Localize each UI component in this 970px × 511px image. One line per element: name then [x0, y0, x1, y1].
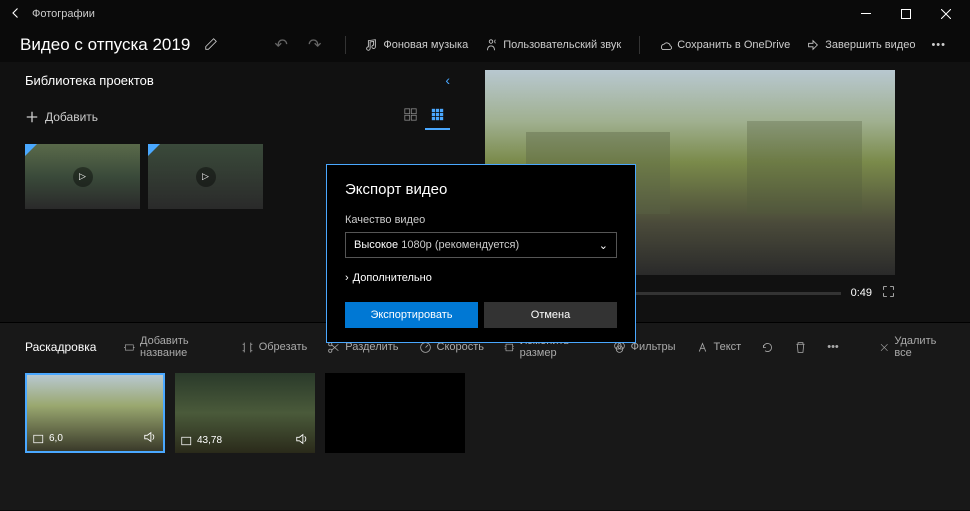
volume-icon[interactable] — [143, 430, 157, 447]
library-thumb[interactable]: ▷ — [25, 144, 140, 209]
back-button[interactable] — [4, 7, 28, 22]
export-modal: Экспорт видео Качество видео Высокое 108… — [326, 164, 636, 343]
library-title: Библиотека проектов — [25, 73, 154, 88]
background-music-button[interactable]: Фоновая музыка — [360, 34, 472, 56]
finish-video-button[interactable]: Завершить видео — [802, 34, 919, 56]
add-title-button[interactable]: Добавить название — [124, 335, 220, 359]
storyboard-clip[interactable]: 6,0 — [25, 373, 165, 453]
storyboard-clip-empty[interactable] — [325, 373, 465, 453]
finish-label: Завершить видео — [825, 39, 915, 51]
toolbar: Видео с отпуска 2019 ↶ ↷ Фоновая музыка … — [0, 28, 970, 62]
customaudio-label: Пользовательский звук — [503, 39, 621, 51]
onedrive-button[interactable]: Сохранить в OneDrive — [654, 34, 794, 56]
duration-label: 0:49 — [851, 287, 872, 299]
more-storyboard-button[interactable]: ••• — [827, 341, 839, 353]
more-button[interactable]: ••• — [927, 35, 950, 55]
maximize-button[interactable] — [886, 0, 926, 28]
chevron-right-icon: › — [345, 272, 349, 284]
custom-audio-button[interactable]: Пользовательский звук — [480, 34, 625, 56]
library-thumb[interactable]: ▷ — [148, 144, 263, 209]
text-button[interactable]: Текст — [696, 341, 742, 354]
storyboard: Раскадровка Добавить название Обрезать Р… — [0, 322, 970, 510]
grid-view-small-button[interactable] — [398, 104, 423, 130]
redo-button[interactable]: ↷ — [308, 35, 321, 55]
delete-button[interactable] — [794, 341, 807, 354]
close-button[interactable] — [926, 0, 966, 28]
cancel-button[interactable]: Отмена — [484, 302, 617, 328]
play-icon: ▷ — [196, 167, 216, 187]
quality-select[interactable]: Высокое 1080p (рекомендуется) ⌄ — [345, 232, 617, 258]
grid-view-large-button[interactable] — [425, 104, 450, 130]
trim-button[interactable]: Обрезать — [241, 341, 308, 354]
app-title: Фотографии — [32, 8, 95, 20]
fullscreen-icon[interactable] — [882, 285, 895, 301]
play-icon: ▷ — [73, 167, 93, 187]
delete-all-button[interactable]: Удалить все — [879, 335, 945, 359]
project-title: Видео с отпуска 2019 — [20, 35, 190, 55]
add-media-button[interactable]: Добавить — [25, 110, 98, 124]
bgmusic-label: Фоновая музыка — [383, 39, 468, 51]
advanced-toggle[interactable]: › Дополнительно — [345, 272, 617, 284]
collapse-library-icon[interactable]: ‹ — [445, 72, 450, 88]
edit-title-icon[interactable] — [204, 37, 218, 54]
rotate-button[interactable] — [761, 341, 774, 354]
titlebar: Фотографии — [0, 0, 970, 28]
onedrive-label: Сохранить в OneDrive — [677, 39, 790, 51]
add-label: Добавить — [45, 110, 98, 124]
chevron-down-icon: ⌄ — [599, 239, 608, 252]
storyboard-clip[interactable]: 43,78 — [175, 373, 315, 453]
storyboard-title: Раскадровка — [25, 340, 96, 354]
export-button[interactable]: Экспортировать — [345, 302, 478, 328]
modal-title: Экспорт видео — [345, 181, 617, 198]
volume-icon[interactable] — [295, 432, 309, 449]
quality-label: Качество видео — [345, 214, 617, 226]
minimize-button[interactable] — [846, 0, 886, 28]
undo-button[interactable]: ↶ — [275, 35, 288, 55]
